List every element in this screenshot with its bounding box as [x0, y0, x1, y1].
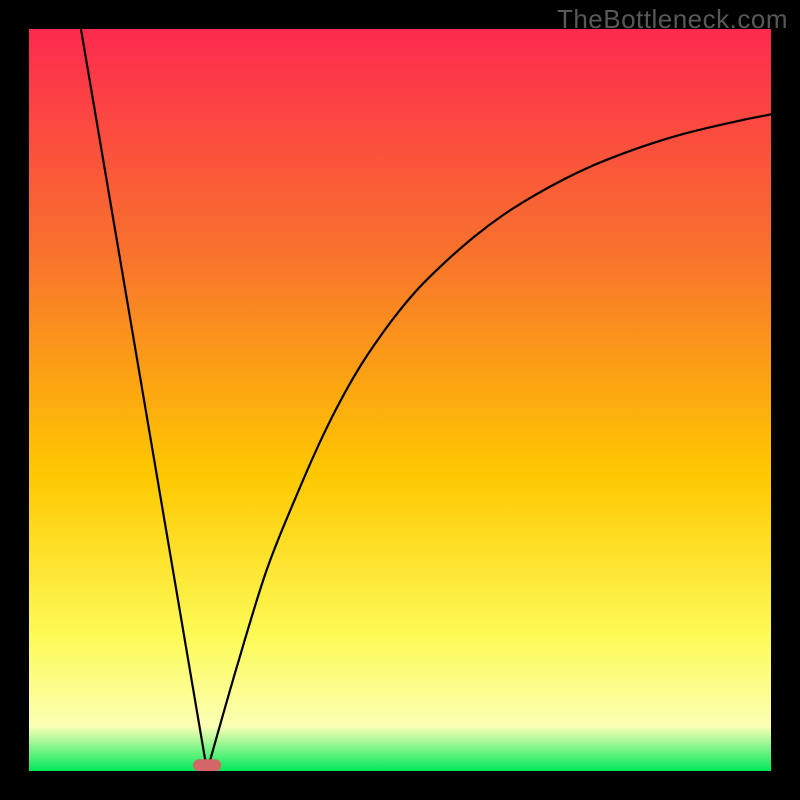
trough-marker: [193, 759, 221, 771]
chart-frame: TheBottleneck.com: [0, 0, 800, 800]
plot-area: [29, 29, 771, 771]
watermark-label: TheBottleneck.com: [557, 4, 788, 35]
marker-layer: [193, 759, 221, 771]
chart-svg: [29, 29, 771, 771]
